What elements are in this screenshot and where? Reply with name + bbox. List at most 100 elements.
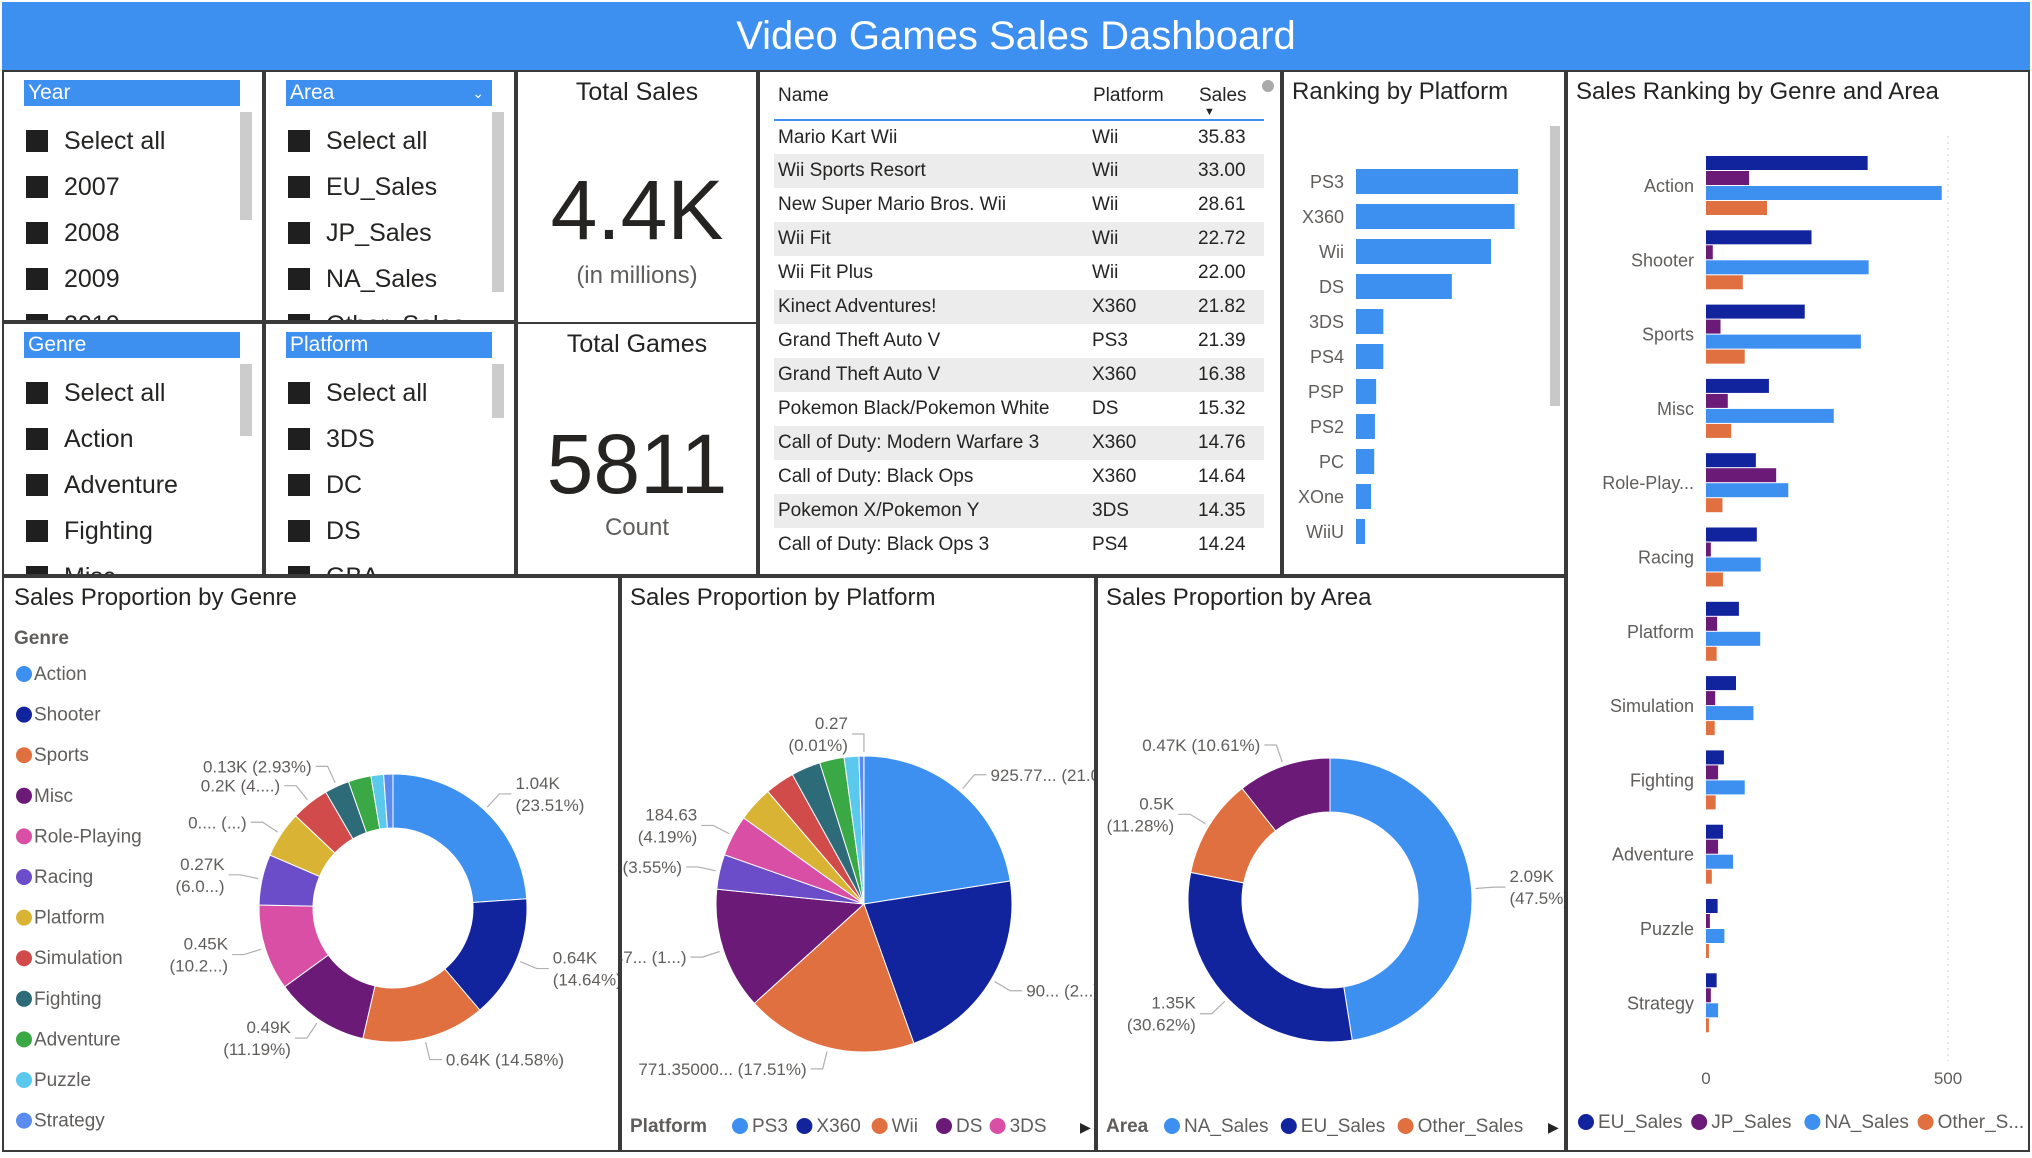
- year-slicer-scrollbar[interactable]: [240, 112, 252, 220]
- year-slicer-list-item[interactable]: 2009: [26, 256, 234, 302]
- platform-slicer-list-item[interactable]: Select all: [288, 370, 486, 416]
- table-row[interactable]: Pokemon X/Pokemon Y 3DS 14.35: [774, 494, 1264, 528]
- genre-area-bar: [1706, 601, 1739, 616]
- genre-slicer-list-item-label: Misc: [64, 563, 115, 575]
- platform-data-label: 925.77... (21.02...): [990, 766, 1094, 785]
- area-slicer-list-item[interactable]: EU_Sales: [288, 164, 486, 210]
- checkbox-icon[interactable]: [288, 314, 310, 320]
- checkbox-icon[interactable]: [288, 176, 310, 198]
- column-header-platform[interactable]: Platform: [1092, 72, 1198, 121]
- platform-slicer-list[interactable]: Select all 3DS DC DS GBA: [288, 370, 486, 574]
- area-slicer-list-item[interactable]: Other_Sales: [288, 302, 486, 320]
- total-games-title: Total Games: [566, 330, 708, 358]
- area-slicer-list-item[interactable]: JP_Sales: [288, 210, 486, 256]
- checkbox-icon[interactable]: [26, 566, 48, 574]
- year-slicer-list-item[interactable]: 2010: [26, 302, 234, 320]
- genre-slicer-list[interactable]: Select all Action Adventure Fighting Misc: [26, 370, 234, 574]
- top-games-table-panel: Name Platform Sales ▼ Mario Kart Wii Wii 35…: [758, 70, 1282, 576]
- column-header-name[interactable]: Name: [774, 72, 1092, 121]
- legend-marker: [1578, 1114, 1594, 1130]
- genre-slicer-list-item[interactable]: Action: [26, 416, 234, 462]
- checkbox-icon[interactable]: [26, 428, 48, 450]
- table-row[interactable]: Mario Kart Wii Wii 35.83: [774, 120, 1264, 154]
- platform-slicer[interactable]: Platform Select all 3DS DC DS GBA: [264, 322, 516, 576]
- genre-area-bar: [1706, 676, 1737, 691]
- legend-label: Fighting: [34, 989, 102, 1010]
- table-row[interactable]: Wii Fit Wii 22.72: [774, 222, 1264, 256]
- table-row[interactable]: Pokemon Black/Pokemon White DS 15.32: [774, 392, 1264, 426]
- table-scroll-indicator[interactable]: [1262, 80, 1274, 92]
- checkbox-icon[interactable]: [288, 566, 310, 574]
- table-row[interactable]: New Super Mario Bros. Wii Wii 28.61: [774, 188, 1264, 222]
- genre-slicer-list-item[interactable]: Fighting: [26, 508, 234, 554]
- checkbox-icon[interactable]: [288, 268, 310, 290]
- genre-area-bar: [1706, 572, 1723, 587]
- legend-label: Racing: [34, 867, 93, 888]
- checkbox-icon[interactable]: [26, 130, 48, 152]
- table-row[interactable]: Kinect Adventures! X360 21.82: [774, 290, 1264, 324]
- ranking-chart-scrollbar[interactable]: [1550, 126, 1560, 406]
- area-slicer-list-item[interactable]: Select all: [288, 118, 486, 164]
- genre-slicer-list-item[interactable]: Adventure: [26, 462, 234, 508]
- checkbox-icon[interactable]: [288, 520, 310, 542]
- area-slicer-title: Area: [290, 81, 335, 104]
- area-data-label: (30.62%): [1127, 1016, 1196, 1035]
- platform-slicer-scrollbar[interactable]: [492, 364, 504, 418]
- checkbox-icon[interactable]: [26, 474, 48, 496]
- genre-slicer-header[interactable]: Genre: [24, 332, 240, 358]
- genre-slicer[interactable]: Genre Select all Action Adventure Fighting M…: [2, 322, 264, 576]
- checkbox-icon[interactable]: [288, 382, 310, 404]
- table-row[interactable]: Call of Duty: Black Ops 3 PS4 14.24: [774, 528, 1264, 562]
- table-row[interactable]: Grand Theft Auto V PS3 21.39: [774, 324, 1264, 358]
- year-slicer-list-item[interactable]: 2008: [26, 210, 234, 256]
- checkbox-icon[interactable]: [288, 130, 310, 152]
- year-slicer[interactable]: Year Select all 2007 2008 2009 2010: [2, 70, 264, 322]
- area-slicer-list-item[interactable]: NA_Sales: [288, 256, 486, 302]
- platform-proportion-panel: Sales Proportion by Platform 925.77... (…: [620, 576, 1096, 1152]
- platform-slicer-list-item-label: DS: [326, 516, 361, 545]
- cell-sales: 35.83: [1198, 126, 1246, 148]
- genre-area-bar: [1706, 824, 1723, 839]
- area-slicer-list[interactable]: Select all EU_Sales JP_Sales NA_Sales Other_…: [288, 118, 486, 320]
- cell-platform: PS4: [1092, 534, 1128, 555]
- chevron-down-icon[interactable]: ⌄: [472, 80, 484, 106]
- platform-slicer-list-item[interactable]: DS: [288, 508, 486, 554]
- area-slicer-header[interactable]: Area ⌄: [286, 80, 492, 106]
- table-row[interactable]: Call of Duty: Modern Warfare 3 X360 14.76: [774, 426, 1264, 460]
- platform-slicer-list-item[interactable]: DC: [288, 462, 486, 508]
- platform-slicer-list-item[interactable]: 3DS: [288, 416, 486, 462]
- genre-slicer-list-item[interactable]: Misc: [26, 554, 234, 574]
- checkbox-icon[interactable]: [26, 222, 48, 244]
- table-row[interactable]: Wii Sports Resort Wii 33.00: [774, 154, 1264, 188]
- legend-marker: [871, 1118, 888, 1134]
- genre-slicer-list-item[interactable]: Select all: [26, 370, 234, 416]
- genre-area-bar: [1706, 453, 1756, 468]
- sort-descending-icon[interactable]: ▼: [1204, 106, 1215, 118]
- table-row[interactable]: Call of Duty: Black Ops X360 14.64: [774, 460, 1264, 494]
- area-slicer[interactable]: Area ⌄ Select all EU_Sales JP_Sales NA_Sales…: [264, 70, 516, 322]
- checkbox-icon[interactable]: [26, 176, 48, 198]
- checkbox-icon[interactable]: [26, 520, 48, 542]
- checkbox-icon[interactable]: [288, 474, 310, 496]
- year-slicer-list-item[interactable]: 2007: [26, 164, 234, 210]
- genre-slicer-scrollbar[interactable]: [240, 364, 252, 436]
- column-header-sales[interactable]: Sales ▼: [1198, 72, 1264, 121]
- year-slicer-list[interactable]: Select all 2007 2008 2009 2010: [26, 118, 234, 320]
- checkbox-icon[interactable]: [288, 222, 310, 244]
- checkbox-icon[interactable]: [26, 314, 48, 320]
- year-slicer-header[interactable]: Year: [24, 80, 240, 106]
- area-slicer-scrollbar[interactable]: [492, 112, 504, 292]
- area-legend-title: Area: [1106, 1116, 1149, 1137]
- platform-slicer-list-item[interactable]: GBA: [288, 554, 486, 574]
- year-slicer-list-item[interactable]: Select all: [26, 118, 234, 164]
- genre-area-bar: [1706, 542, 1711, 557]
- platform-bar: [1356, 449, 1375, 474]
- legend-marker: [16, 828, 32, 845]
- table-row[interactable]: Grand Theft Auto V X360 16.38: [774, 358, 1264, 392]
- platform-slicer-header[interactable]: Platform: [286, 332, 492, 358]
- cell-sales: 28.61: [1198, 194, 1246, 215]
- checkbox-icon[interactable]: [26, 382, 48, 404]
- table-row[interactable]: Wii Fit Plus Wii 22.00: [774, 256, 1264, 290]
- checkbox-icon[interactable]: [288, 428, 310, 450]
- checkbox-icon[interactable]: [26, 268, 48, 290]
